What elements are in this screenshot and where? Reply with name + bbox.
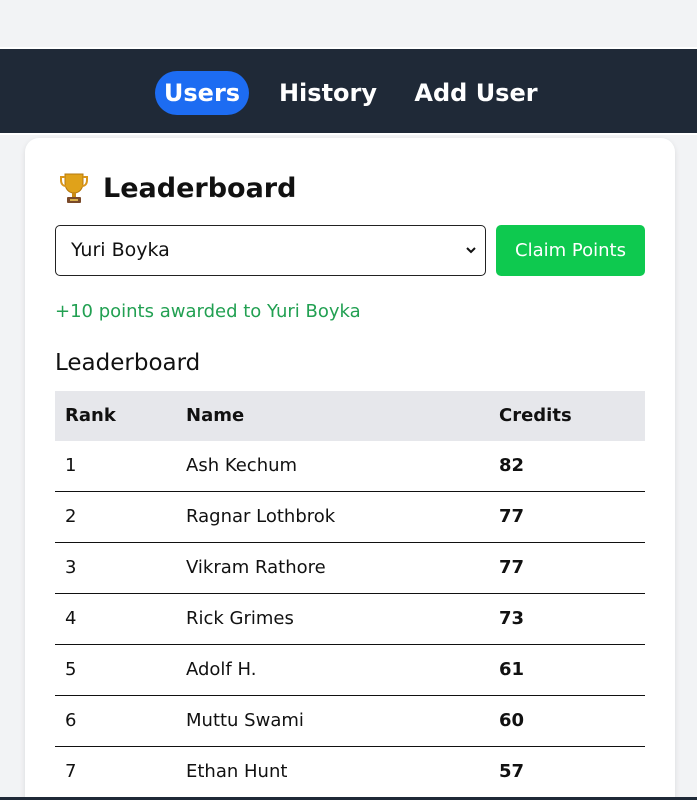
cell-credits: 60 [499, 710, 525, 731]
table-row: 5 Adolf H. 61 [55, 645, 645, 696]
cell-credits: 77 [499, 506, 525, 527]
card-title-text: Leaderboard [103, 172, 297, 204]
leaderboard-table: Rank Name Credits 1 Ash Kechum 82 2 Ragn… [55, 391, 645, 798]
cell-credits: 73 [499, 608, 525, 629]
cell-name: Ethan Hunt [186, 761, 288, 782]
table-row: 2 Ragnar Lothbrok 77 [55, 492, 645, 543]
card-title: Leaderboard [59, 168, 296, 208]
section-title: Leaderboard [55, 350, 201, 376]
header-rank: Rank [65, 405, 116, 426]
cell-credits: 57 [499, 761, 525, 782]
cell-name: Adolf H. [186, 659, 257, 680]
header-credits: Credits [499, 405, 572, 426]
user-select-value: Yuri Boyka [71, 239, 170, 261]
cell-name: Vikram Rathore [186, 557, 326, 578]
table-row: 7 Ethan Hunt 57 [55, 747, 645, 798]
chevron-down-icon [466, 247, 476, 254]
leaderboard-card: Leaderboard Yuri Boyka Claim Points +10 … [25, 138, 675, 800]
cell-name: Rick Grimes [186, 608, 294, 629]
cell-rank: 1 [65, 455, 77, 476]
nav-history-button[interactable]: History [270, 71, 386, 115]
cell-rank: 7 [65, 761, 77, 782]
table-header: Rank Name Credits [55, 391, 645, 441]
header-name: Name [186, 405, 245, 426]
navbar: Users History Add User [0, 47, 697, 135]
table-row: 3 Vikram Rathore 77 [55, 543, 645, 594]
page: Users History Add User Leaderboard Yuri … [0, 0, 697, 800]
table-row: 4 Rick Grimes 73 [55, 594, 645, 645]
table-row: 6 Muttu Swami 60 [55, 696, 645, 747]
status-message: +10 points awarded to Yuri Boyka [55, 301, 361, 322]
top-strip [0, 0, 697, 47]
cell-name: Muttu Swami [186, 710, 304, 731]
cell-name: Ragnar Lothbrok [186, 506, 336, 527]
cell-credits: 61 [499, 659, 525, 680]
trophy-icon [60, 173, 88, 203]
cell-credits: 82 [499, 455, 525, 476]
cell-rank: 2 [65, 506, 77, 527]
cell-rank: 5 [65, 659, 77, 680]
cell-credits: 77 [499, 557, 525, 578]
user-select[interactable]: Yuri Boyka [55, 225, 486, 276]
cell-rank: 4 [65, 608, 77, 629]
cell-rank: 6 [65, 710, 77, 731]
claim-points-button[interactable]: Claim Points [496, 225, 645, 276]
cell-rank: 3 [65, 557, 77, 578]
cell-name: Ash Kechum [186, 455, 298, 476]
table-row: 1 Ash Kechum 82 [55, 441, 645, 492]
nav-users-button[interactable]: Users [155, 71, 249, 115]
nav-add-user-button[interactable]: Add User [408, 71, 544, 115]
